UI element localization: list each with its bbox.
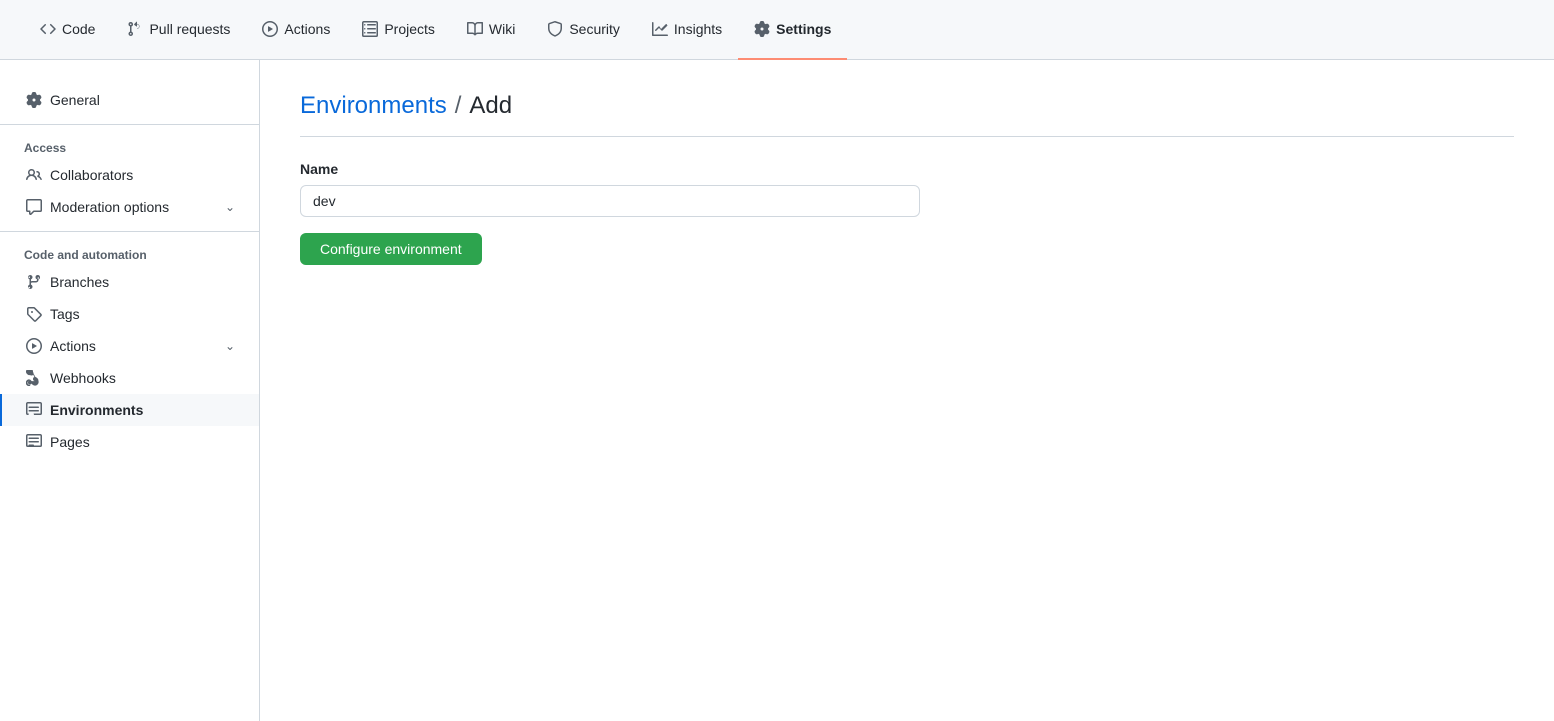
general-icon (26, 92, 42, 108)
sidebar-section-access: Access (0, 133, 259, 159)
configure-environment-button[interactable]: Configure environment (300, 233, 482, 265)
sidebar-webhooks-label: Webhooks (50, 370, 116, 386)
main-content: Environments / Add Name Configure enviro… (260, 60, 1554, 721)
nav-insights[interactable]: Insights (636, 0, 738, 60)
pages-icon (26, 434, 42, 450)
nav-pull-requests[interactable]: Pull requests (111, 0, 246, 60)
sidebar-item-tags[interactable]: Tags (0, 298, 259, 330)
nav-projects[interactable]: Projects (346, 0, 451, 60)
webhooks-icon (26, 370, 42, 386)
nav-actions[interactable]: Actions (246, 0, 346, 60)
sidebar-divider-2 (0, 231, 259, 232)
branches-icon (26, 274, 42, 290)
sidebar-moderation-row: Moderation options ⌄ (26, 199, 235, 215)
nav-insights-label: Insights (674, 21, 722, 37)
sidebar-branches-label: Branches (50, 274, 109, 290)
sidebar-actions-row: Actions ⌄ (26, 338, 235, 354)
nav-actions-label: Actions (284, 21, 330, 37)
sidebar-item-environments[interactable]: Environments (0, 394, 259, 426)
environments-icon (26, 402, 42, 418)
moderation-icon (26, 199, 42, 215)
sidebar-item-actions[interactable]: Actions ⌄ (0, 330, 259, 362)
sidebar-item-branches[interactable]: Branches (0, 266, 259, 298)
sidebar-item-pages[interactable]: Pages (0, 426, 259, 458)
nav-security-label: Security (569, 21, 620, 37)
moderation-chevron-icon: ⌄ (225, 200, 235, 214)
sidebar: General Access Collaborators Moderation … (0, 60, 260, 721)
name-input[interactable] (300, 185, 920, 217)
insights-icon (652, 21, 668, 37)
sidebar-general-label: General (50, 92, 100, 108)
sidebar-item-general[interactable]: General (0, 84, 259, 116)
nav-projects-label: Projects (384, 21, 435, 37)
sidebar-item-moderation[interactable]: Moderation options ⌄ (0, 191, 259, 223)
nav-wiki-label: Wiki (489, 21, 515, 37)
pull-request-icon (127, 21, 143, 37)
nav-code[interactable]: Code (24, 0, 111, 60)
sidebar-environments-label: Environments (50, 402, 143, 418)
nav-wiki[interactable]: Wiki (451, 0, 531, 60)
sidebar-actions-left: Actions (26, 338, 96, 354)
sidebar-moderation-label: Moderation options (50, 199, 169, 215)
actions-icon (262, 21, 278, 37)
main-layout: General Access Collaborators Moderation … (0, 60, 1554, 721)
nav-code-label: Code (62, 21, 95, 37)
breadcrumb-current: Add (469, 92, 512, 120)
sidebar-actions-label: Actions (50, 338, 96, 354)
nav-pull-requests-label: Pull requests (149, 21, 230, 37)
settings-icon (754, 21, 770, 37)
tags-icon (26, 306, 42, 322)
collaborators-icon (26, 167, 42, 183)
nav-security[interactable]: Security (531, 0, 636, 60)
sidebar-moderation-left: Moderation options (26, 199, 169, 215)
sidebar-item-collaborators[interactable]: Collaborators (0, 159, 259, 191)
projects-icon (362, 21, 378, 37)
code-icon (40, 21, 56, 37)
name-label: Name (300, 161, 1514, 177)
breadcrumb-link[interactable]: Environments (300, 92, 447, 120)
name-form-group: Name (300, 161, 1514, 217)
breadcrumb-separator: / (455, 92, 462, 120)
page-header: Environments / Add (300, 92, 1514, 137)
actions-sidebar-icon (26, 338, 42, 354)
sidebar-collaborators-label: Collaborators (50, 167, 133, 183)
security-icon (547, 21, 563, 37)
sidebar-section-code: Code and automation (0, 240, 259, 266)
sidebar-tags-label: Tags (50, 306, 80, 322)
nav-settings[interactable]: Settings (738, 0, 847, 60)
wiki-icon (467, 21, 483, 37)
sidebar-pages-label: Pages (50, 434, 90, 450)
actions-chevron-icon: ⌄ (225, 339, 235, 353)
sidebar-item-webhooks[interactable]: Webhooks (0, 362, 259, 394)
sidebar-divider-1 (0, 124, 259, 125)
nav-settings-label: Settings (776, 21, 831, 37)
top-nav: Code Pull requests Actions Projects Wiki… (0, 0, 1554, 60)
